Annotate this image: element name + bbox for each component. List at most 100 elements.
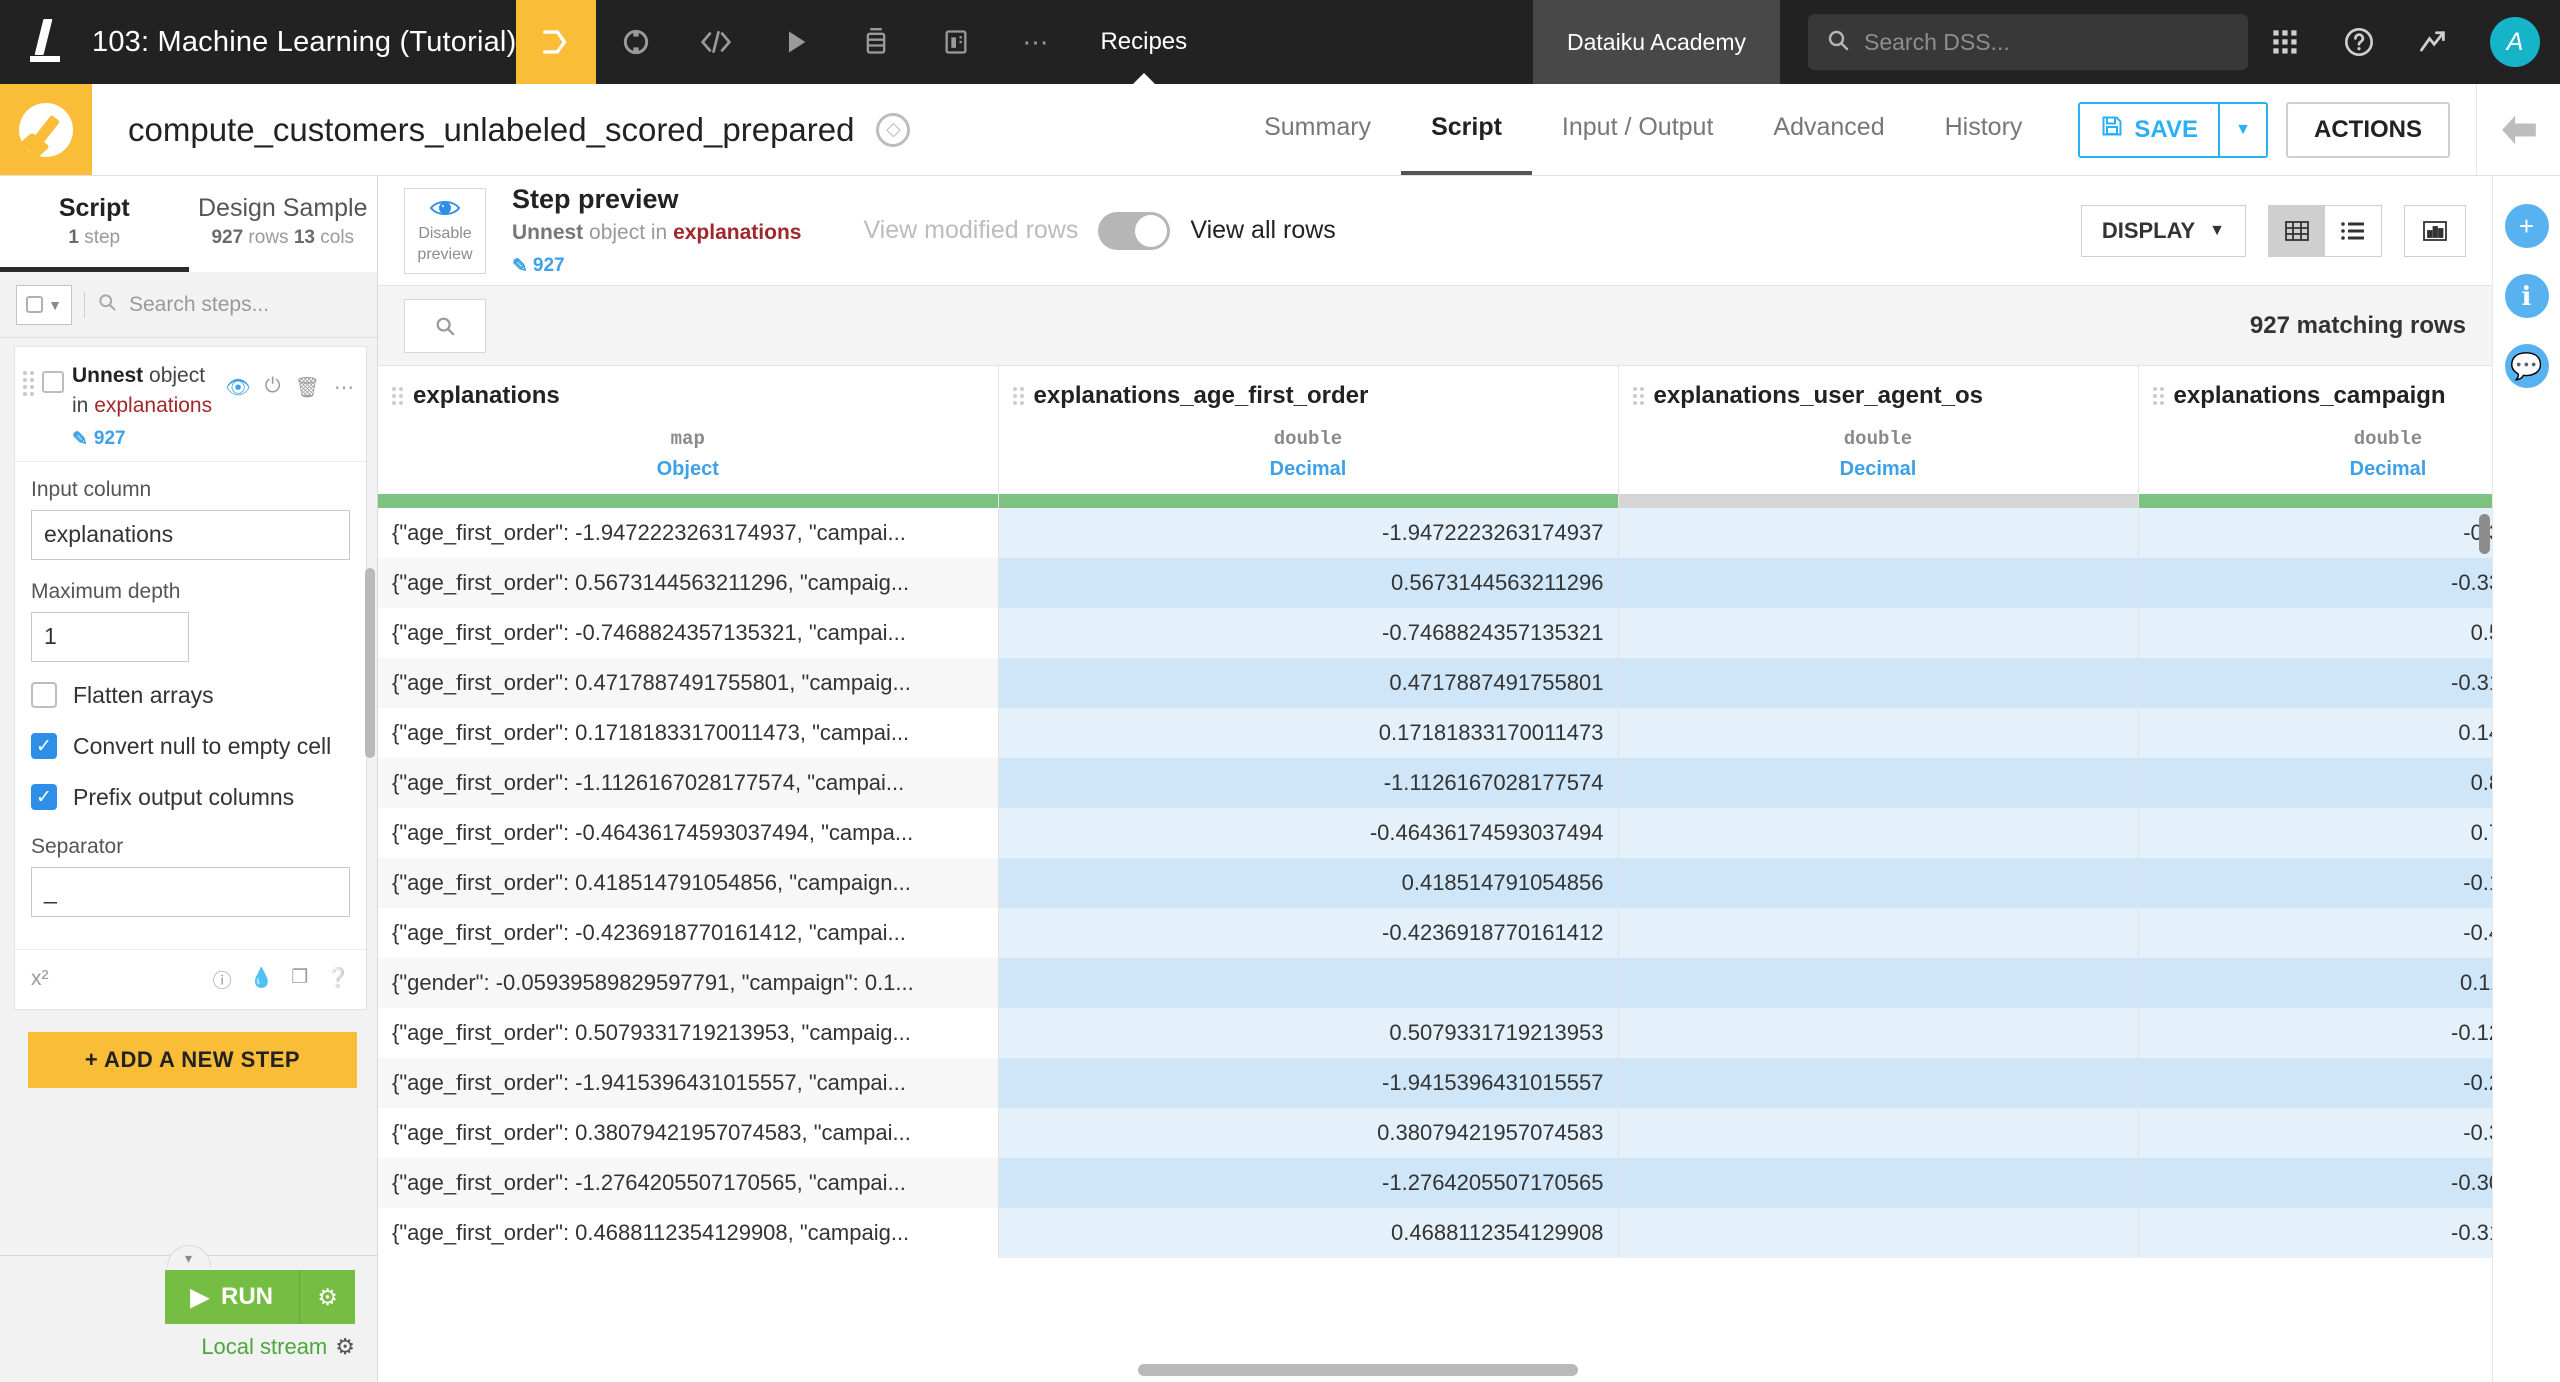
table-cell[interactable]: {"age_first_order": -1.2764205507170565,… xyxy=(378,1158,999,1208)
table-row[interactable]: {"age_first_order": -1.2764205507170565,… xyxy=(378,1158,2492,1208)
table-cell[interactable]: -0.38684402187 xyxy=(2138,1108,2492,1158)
step-more-icon[interactable]: ⋯ xyxy=(334,375,354,400)
option-flatten-arrays[interactable]: Flatten arrays xyxy=(31,682,350,709)
chart-view-icon[interactable] xyxy=(2404,204,2466,257)
lab-icon[interactable] xyxy=(596,0,676,84)
run-button[interactable]: ▶ RUN xyxy=(164,1270,299,1324)
search-input[interactable]: Search DSS... xyxy=(1808,14,2248,70)
table-cell[interactable]: -0.35775214319 xyxy=(2138,508,2492,558)
table-cell[interactable]: -1.9472223263174937 xyxy=(998,508,1619,558)
table-cell[interactable]: {"age_first_order": 0.418514791054856, "… xyxy=(378,858,999,908)
duplicate-icon[interactable]: ❐ xyxy=(291,966,308,993)
list-view-icon[interactable] xyxy=(2325,205,2381,256)
column-meaning[interactable]: Object xyxy=(392,458,984,481)
tab-script[interactable]: Script xyxy=(1401,84,1532,175)
table-cell[interactable]: -0.314893935230 xyxy=(2138,658,2492,708)
table-row[interactable]: {"age_first_order": -1.9415396431015557,… xyxy=(378,1058,2492,1108)
table-row[interactable]: {"age_first_order": -0.46436174593037494… xyxy=(378,808,2492,858)
view-modified-rows-label[interactable]: View modified rows xyxy=(863,216,1078,245)
table-cell[interactable]: 0.17181833170011473 xyxy=(998,708,1619,758)
datasets-icon[interactable] xyxy=(836,0,916,84)
table-cell[interactable]: {"age_first_order": 0.5673144563211296, … xyxy=(378,558,999,608)
discussions-icon[interactable]: 💬 xyxy=(2504,344,2549,388)
tab-design-sample[interactable]: Design Sample 927 rows 13 cols xyxy=(189,176,378,272)
table-row[interactable]: {"age_first_order": -1.1126167028177574,… xyxy=(378,758,2492,808)
table-cell[interactable] xyxy=(1618,1108,2139,1158)
table-cell[interactable] xyxy=(1618,1008,2139,1058)
table-cell[interactable] xyxy=(1618,508,2139,558)
option-prefix-output[interactable]: ✓ Prefix output columns xyxy=(31,784,350,811)
table-cell[interactable]: {"gender": -0.05939589829597791, "campai… xyxy=(378,958,999,1008)
table-horizontal-scrollbar[interactable] xyxy=(1138,1364,1578,1376)
column-drag-handle-icon[interactable] xyxy=(2152,387,2164,405)
column-drag-handle-icon[interactable] xyxy=(392,387,403,405)
table-cell[interactable]: -0.19096859196 xyxy=(2138,858,2492,908)
table-cell[interactable]: -0.7468824357135321 xyxy=(998,608,1619,658)
add-icon[interactable]: + xyxy=(2504,204,2549,248)
step-delete-icon[interactable]: 🗑 xyxy=(295,375,320,400)
table-cell[interactable]: -0.41810097909 xyxy=(2138,908,2492,958)
apps-grid-icon[interactable] xyxy=(2248,0,2322,84)
table-cell[interactable]: 0.4688112354129908 xyxy=(998,1208,1619,1258)
table-cell[interactable]: 0.38079421957074583 xyxy=(998,1108,1619,1158)
column-meaning[interactable]: Decimal xyxy=(1013,458,1604,481)
drag-handle-icon[interactable] xyxy=(23,361,34,451)
collapse-right-panel-icon[interactable] xyxy=(2476,84,2560,175)
step-card-unnest[interactable]: Unnest object in explanations ✎ 927 👁 ⏻ … xyxy=(14,346,367,1010)
tab-advanced[interactable]: Advanced xyxy=(1743,84,1914,175)
run-settings-gear-icon[interactable]: ⚙ xyxy=(299,1270,355,1324)
convert-null-checkbox[interactable]: ✓ xyxy=(31,733,57,760)
user-avatar[interactable]: A xyxy=(2470,0,2560,84)
table-cell[interactable]: {"age_first_order": -0.7468824357135321,… xyxy=(378,608,999,658)
display-button[interactable]: DISPLAY ▼ xyxy=(2080,204,2246,257)
table-cell[interactable]: 0.5079331719213953 xyxy=(998,1008,1619,1058)
help-question-icon[interactable]: ❔ xyxy=(326,966,350,993)
table-cell[interactable]: -0.336575888766 xyxy=(2138,558,2492,608)
table-cell[interactable]: -0.307108749028 xyxy=(2138,1158,2492,1208)
save-button[interactable]: SAVE xyxy=(2080,103,2218,156)
table-row[interactable]: {"gender": -0.05939589829597791, "campai… xyxy=(378,958,2492,1008)
table-cell[interactable]: -0.4236918770161412 xyxy=(998,908,1619,958)
steps-search-input[interactable]: Search steps... xyxy=(129,293,269,317)
table-row[interactable]: {"age_first_order": 0.4717887491755801, … xyxy=(378,658,2492,708)
flatten-arrays-checkbox[interactable] xyxy=(31,682,57,709)
add-a-new-step-button[interactable]: + ADD A NEW STEP xyxy=(28,1031,357,1088)
tab-summary[interactable]: Summary xyxy=(1234,84,1401,175)
project-title[interactable]: 103: Machine Learning (Tutorial) xyxy=(92,0,516,84)
flow-icon[interactable] xyxy=(516,0,597,84)
disable-preview-button[interactable]: Disable preview xyxy=(404,187,486,274)
table-row[interactable]: {"age_first_order": -1.9472223263174937,… xyxy=(378,508,2492,558)
column-meaning[interactable]: Decimal xyxy=(1633,458,2124,481)
info-icon[interactable]: ⓘ xyxy=(213,966,232,993)
step-checkbox[interactable] xyxy=(42,371,64,393)
column-header-explanations-age-first-order[interactable]: explanations_age_first_order double Deci… xyxy=(998,366,1619,494)
table-cell[interactable]: -1.1126167028177574 xyxy=(998,758,1619,808)
separator-field[interactable]: _ xyxy=(31,866,350,917)
actions-button[interactable]: ACTIONS xyxy=(2286,101,2450,158)
table-cell[interactable] xyxy=(998,958,1619,1008)
table-row[interactable]: {"age_first_order": -0.7468824357135321,… xyxy=(378,608,2492,658)
more-icon[interactable]: ⋯ xyxy=(996,0,1076,84)
save-dropdown-caret-icon[interactable]: ▼ xyxy=(2218,103,2266,156)
table-cell[interactable]: -0.29744965577 xyxy=(2138,1058,2492,1108)
table-cell[interactable] xyxy=(1618,1208,2139,1258)
table-vertical-scrollbar[interactable] xyxy=(2479,514,2490,554)
nav-recipes[interactable]: Recipes xyxy=(1076,0,1211,84)
table-cell[interactable] xyxy=(1618,758,2139,808)
table-cell[interactable] xyxy=(1618,708,2139,758)
dashboards-icon[interactable] xyxy=(916,0,996,84)
tab-input-output[interactable]: Input / Output xyxy=(1532,84,1744,175)
rows-view-toggle[interactable] xyxy=(1098,211,1171,250)
table-cell[interactable] xyxy=(1618,558,2139,608)
table-cell[interactable]: {"age_first_order": 0.5079331719213953, … xyxy=(378,1008,999,1058)
table-cell[interactable]: -1.2764205507170565 xyxy=(998,1158,1619,1208)
table-cell[interactable]: 0.59129880448 xyxy=(2138,608,2492,658)
tab-script-panel[interactable]: Script 1 step xyxy=(0,176,189,272)
select-all-steps-dropdown[interactable]: ▼ xyxy=(16,284,72,325)
table-row[interactable]: {"age_first_order": 0.5079331719213953, … xyxy=(378,1008,2492,1058)
column-header-explanations-user-agent-os[interactable]: explanations_user_agent_os double Decima… xyxy=(1618,366,2139,494)
help-icon[interactable] xyxy=(2322,0,2396,84)
table-cell[interactable]: {"age_first_order": -1.9472223263174937,… xyxy=(378,508,999,558)
table-row[interactable]: {"age_first_order": 0.17181833170011473,… xyxy=(378,708,2492,758)
jobs-play-icon[interactable] xyxy=(756,0,836,84)
